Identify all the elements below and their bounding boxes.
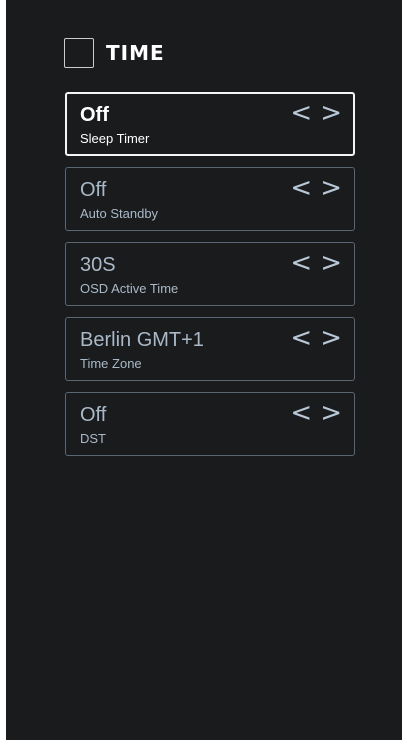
setting-time-zone[interactable]: Berlin GMT+1 Time Zone < > — [65, 317, 355, 381]
setting-label: OSD Active Time — [80, 281, 179, 296]
setting-dst[interactable]: Off DST < > — [65, 392, 355, 456]
value-arrows: < > — [290, 249, 342, 277]
setting-value: Off — [80, 104, 109, 126]
header-checkbox-icon — [64, 38, 94, 68]
chevron-left-icon[interactable]: < — [290, 99, 312, 127]
settings-panel: TIME Off Sleep Timer < > Off Auto Standb… — [6, 0, 402, 740]
setting-auto-standby[interactable]: Off Auto Standby < > — [65, 167, 355, 231]
setting-value: Berlin GMT+1 — [80, 329, 204, 351]
chevron-right-icon[interactable]: > — [320, 249, 342, 277]
menu-header: TIME — [64, 36, 165, 70]
setting-value: Off — [80, 404, 107, 426]
setting-value: 30S — [80, 254, 116, 276]
chevron-left-icon[interactable]: < — [290, 174, 312, 202]
value-arrows: < > — [290, 399, 342, 427]
setting-sleep-timer[interactable]: Off Sleep Timer < > — [65, 92, 355, 156]
setting-osd-active-time[interactable]: 30S OSD Active Time < > — [65, 242, 355, 306]
chevron-right-icon[interactable]: > — [320, 399, 342, 427]
setting-label: Sleep Timer — [80, 131, 150, 146]
value-arrows: < > — [290, 174, 342, 202]
value-arrows: < > — [290, 99, 342, 127]
value-arrows: < > — [290, 324, 342, 352]
chevron-left-icon[interactable]: < — [290, 399, 312, 427]
chevron-right-icon[interactable]: > — [320, 324, 342, 352]
setting-label: DST — [80, 431, 106, 446]
setting-value: Off — [80, 179, 107, 201]
chevron-left-icon[interactable]: < — [290, 324, 312, 352]
chevron-right-icon[interactable]: > — [320, 99, 342, 127]
chevron-left-icon[interactable]: < — [290, 249, 312, 277]
chevron-right-icon[interactable]: > — [320, 174, 342, 202]
setting-label: Auto Standby — [80, 206, 159, 221]
setting-label: Time Zone — [80, 356, 142, 371]
page-title: TIME — [106, 41, 165, 65]
